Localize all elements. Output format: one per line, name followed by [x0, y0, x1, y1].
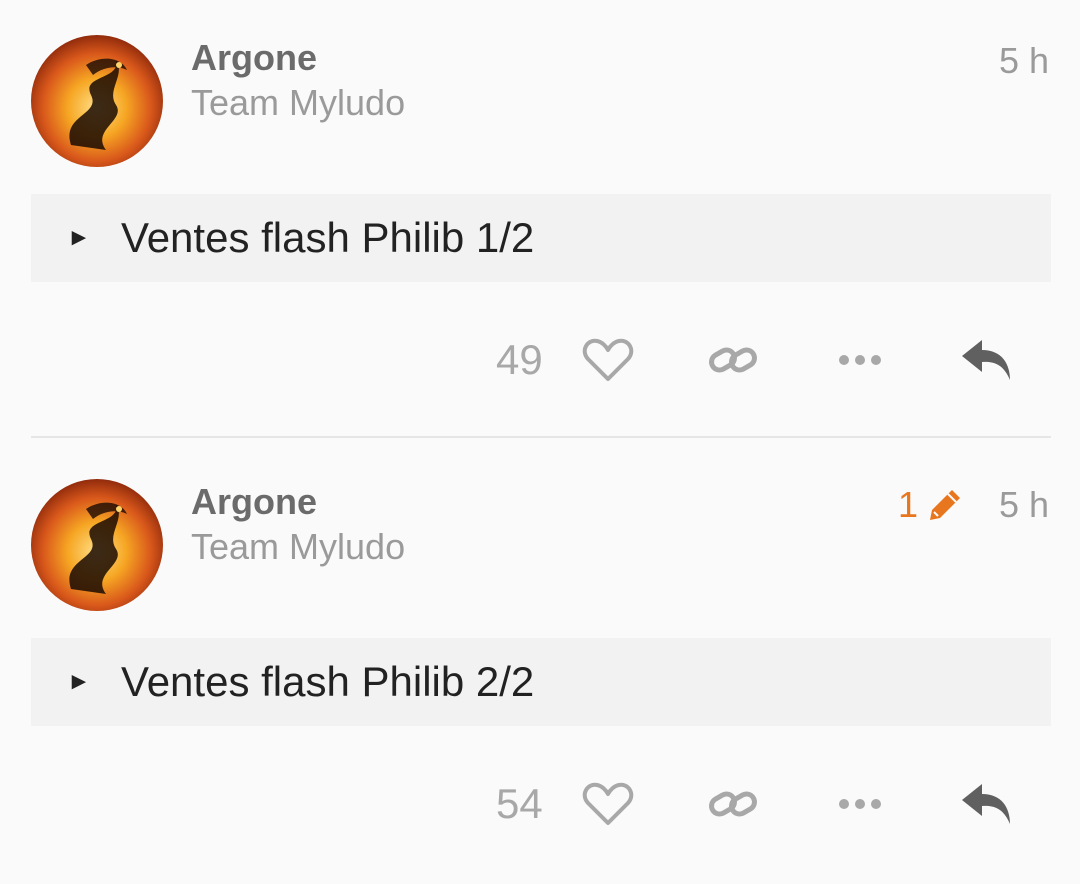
dragon-avatar-image [69, 58, 127, 150]
share-link-button[interactable] [705, 330, 761, 390]
ellipsis-icon [839, 799, 881, 809]
link-icon [709, 347, 757, 373]
more-actions-button[interactable] [834, 774, 886, 834]
details-arrow-icon: ► [67, 224, 91, 251]
ellipsis-icon [839, 355, 881, 365]
edit-history-button[interactable]: 1 [898, 485, 964, 525]
user-avatar[interactable] [31, 35, 163, 167]
post-time[interactable]: 5 h [999, 41, 1049, 81]
details-toggle[interactable]: ► Ventes flash Philib 2/2 [31, 638, 1051, 726]
reply-icon [962, 340, 1010, 380]
details-summary: Ventes flash Philib 2/2 [121, 658, 535, 705]
post-divider [31, 436, 1051, 438]
user-avatar[interactable] [31, 479, 163, 611]
author-name[interactable]: Argone [191, 482, 317, 522]
post-actions: 54 [0, 774, 1080, 834]
link-icon [709, 791, 757, 817]
like-count[interactable]: 54 [496, 780, 543, 828]
details-arrow-icon: ► [67, 668, 91, 695]
post-time[interactable]: 5 h [999, 485, 1049, 525]
user-group: Team Myludo [191, 82, 406, 123]
like-button[interactable] [580, 774, 636, 834]
like-count[interactable]: 49 [496, 336, 543, 384]
heart-outline-icon [582, 338, 634, 381]
reply-button[interactable] [958, 330, 1016, 390]
post-actions: 49 [0, 330, 1080, 390]
reply-icon [962, 784, 1010, 824]
post-1: Argone Team Myludo 5 h ► Ventes flash Ph… [0, 0, 1080, 440]
edit-count: 1 [897, 484, 918, 525]
details-summary: Ventes flash Philib 1/2 [121, 214, 535, 261]
reply-button[interactable] [958, 774, 1016, 834]
author-name[interactable]: Argone [191, 38, 317, 78]
like-button[interactable] [580, 330, 636, 390]
details-toggle[interactable]: ► Ventes flash Philib 1/2 [31, 194, 1051, 282]
pencil-icon [930, 490, 960, 520]
dragon-avatar-image [69, 502, 127, 594]
heart-outline-icon [582, 782, 634, 825]
user-group: Team Myludo [191, 526, 406, 567]
more-actions-button[interactable] [834, 330, 886, 390]
share-link-button[interactable] [705, 774, 761, 834]
